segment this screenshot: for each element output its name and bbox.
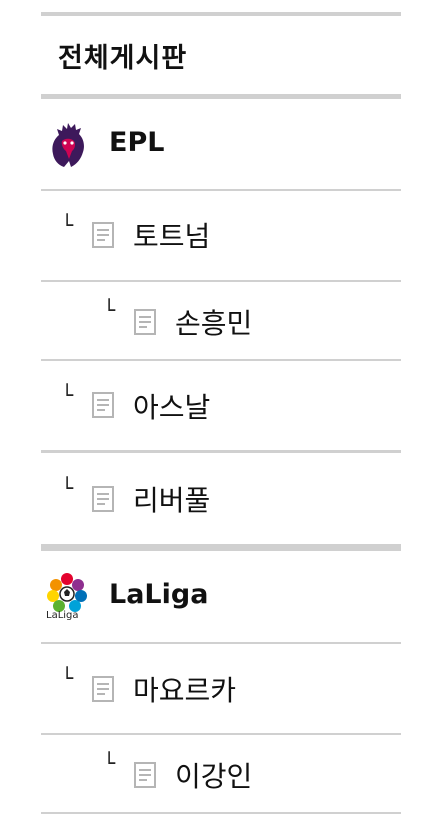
board-name: LaLiga xyxy=(109,579,209,610)
branch-glyph: └ xyxy=(103,298,116,322)
document-icon xyxy=(134,309,156,335)
branch-glyph: └ xyxy=(103,751,116,775)
branch-glyph: └ xyxy=(61,476,74,500)
board-item-label: 토트넘 xyxy=(133,220,211,253)
document-icon xyxy=(134,762,156,788)
document-icon xyxy=(92,676,114,702)
board-item-lee-kang-in[interactable]: └ 이강인 xyxy=(41,735,401,812)
document-icon xyxy=(92,392,114,418)
board-laliga[interactable]: LaLiga LaLiga xyxy=(41,551,401,642)
board-item-label: 마요르카 xyxy=(133,674,237,707)
board-item-liverpool[interactable]: └ 리버풀 xyxy=(41,453,401,544)
branch-glyph: └ xyxy=(61,383,74,407)
page-title: 전체게시판 xyxy=(58,43,188,74)
board-name: EPL xyxy=(109,127,165,158)
board-item-tottenham[interactable]: └ 토트넘 xyxy=(41,191,401,280)
board-item-label: 리버풀 xyxy=(133,484,211,517)
document-icon xyxy=(92,222,114,248)
divider xyxy=(41,812,401,814)
document-icon xyxy=(92,486,114,512)
all-boards-header[interactable]: 전체게시판 xyxy=(41,16,401,96)
board-item-label: 이강인 xyxy=(175,760,253,793)
branch-glyph: └ xyxy=(61,213,74,237)
board-item-mallorca[interactable]: └ 마요르카 xyxy=(41,644,401,733)
laliga-logo-text: LaLiga xyxy=(46,610,79,621)
divider xyxy=(41,544,401,551)
premier-league-lion-icon xyxy=(52,123,84,167)
board-epl[interactable]: EPL xyxy=(41,99,401,189)
board-item-son-heung-min[interactable]: └ 손흥민 xyxy=(41,282,401,359)
board-item-arsenal[interactable]: └ 아스날 xyxy=(41,361,401,450)
board-item-label: 손흥민 xyxy=(175,307,253,340)
board-item-label: 아스날 xyxy=(133,391,211,424)
branch-glyph: └ xyxy=(61,666,74,690)
